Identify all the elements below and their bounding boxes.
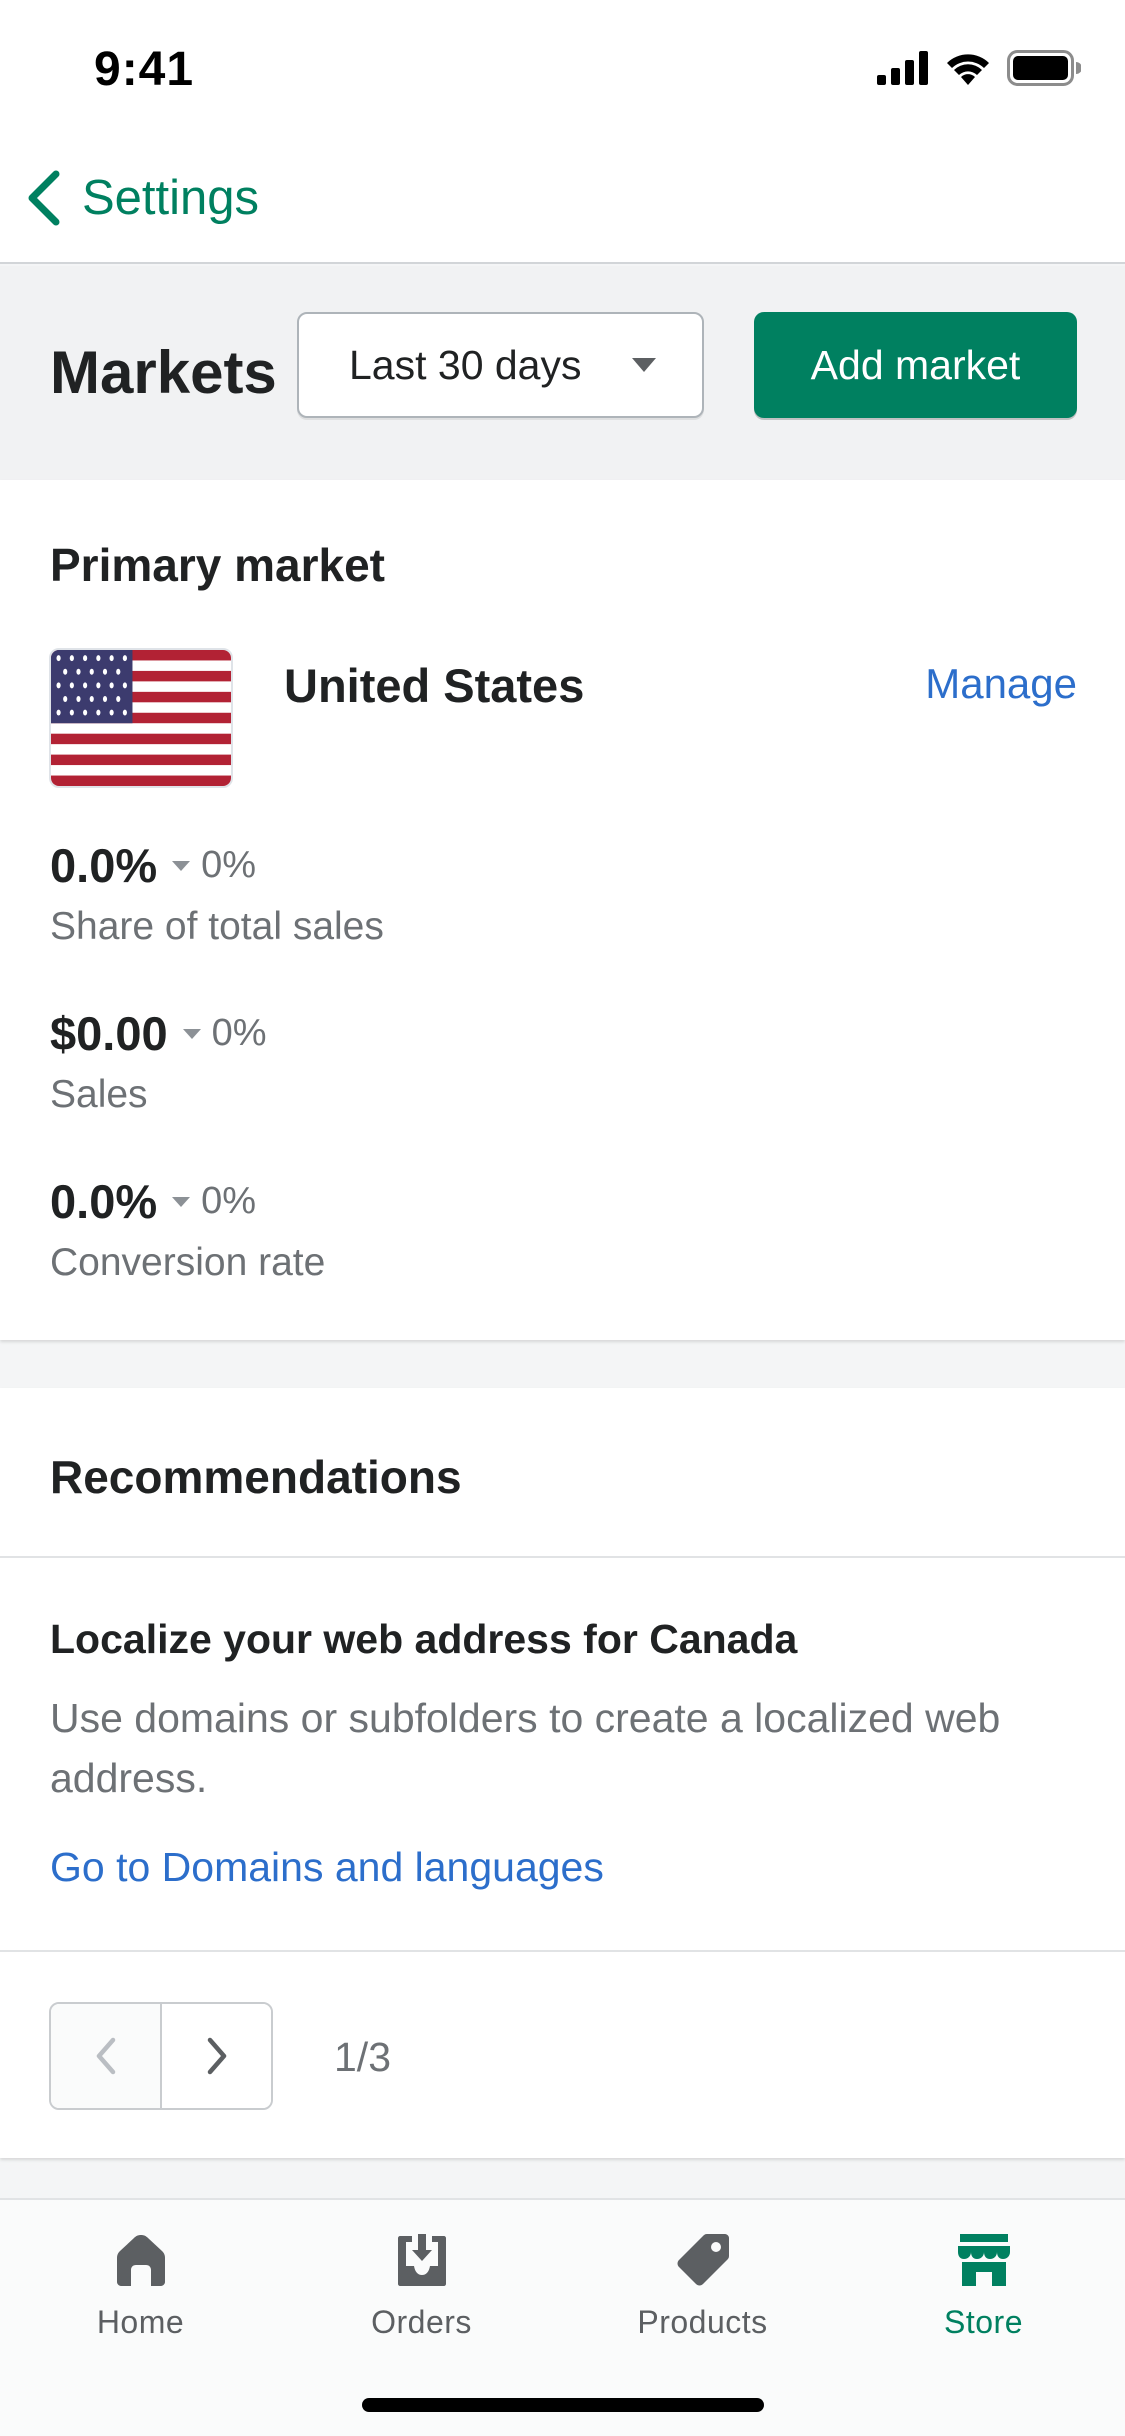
metric-delta-value: 0% xyxy=(201,844,257,886)
recommendation-title: Localize your web address for Canada xyxy=(50,1616,798,1662)
manage-link[interactable]: Manage xyxy=(925,660,1077,708)
wifi-icon xyxy=(947,54,989,85)
metric-delta-value: 0% xyxy=(211,1012,267,1054)
metric-delta: 0% xyxy=(171,844,256,887)
domains-languages-link[interactable]: Go to Domains and languages xyxy=(50,1844,604,1891)
metric-value: 0.0% xyxy=(50,1175,158,1228)
tab-orders[interactable]: Orders xyxy=(281,2230,562,2341)
market-country-name: United States xyxy=(284,659,585,712)
recommendations-title: Recommendations xyxy=(50,1451,462,1503)
pagination-control xyxy=(49,2002,273,2110)
metric-share-of-sales: 0.0% 0% Share of total sales xyxy=(50,838,384,949)
status-bar: 9:41 xyxy=(0,0,1125,132)
primary-market-card: Primary market United States Manage 0.0% xyxy=(0,480,1125,1340)
orders-icon xyxy=(397,2234,446,2286)
caret-down-icon xyxy=(172,1196,191,1207)
divider xyxy=(0,1950,1125,1952)
status-time: 9:41 xyxy=(94,43,195,96)
chevron-left-icon xyxy=(96,2037,115,2075)
caret-down-icon xyxy=(182,1028,201,1039)
metric-sales: $0.00 0% Sales xyxy=(50,1006,267,1117)
page-title: Markets xyxy=(50,339,277,406)
metric-conversion-rate: 0.0% 0% Conversion rate xyxy=(50,1174,325,1285)
page-header: Markets Last 30 days Add market xyxy=(0,266,1125,480)
recommendations-card: Recommendations Localize your web addres… xyxy=(0,1388,1125,2158)
chevron-right-icon xyxy=(207,2037,226,2075)
back-button[interactable]: Settings xyxy=(20,162,259,234)
tab-label: Orders xyxy=(371,2304,472,2340)
tab-label: Products xyxy=(637,2304,768,2340)
page-indicator: 1/3 xyxy=(334,2034,391,2080)
caret-down-icon xyxy=(172,860,191,871)
tab-store[interactable]: Store xyxy=(843,2230,1124,2341)
back-label: Settings xyxy=(82,171,260,225)
metric-delta-value: 0% xyxy=(201,1180,257,1222)
cellular-signal-icon xyxy=(877,51,928,85)
home-icon xyxy=(116,2235,165,2286)
chevron-left-icon xyxy=(28,170,60,226)
date-range-value: Last 30 days xyxy=(349,341,582,388)
add-market-button[interactable]: Add market xyxy=(754,312,1077,418)
date-range-select[interactable]: Last 30 days xyxy=(297,312,704,418)
previous-page-button[interactable] xyxy=(51,2004,160,2108)
metric-delta: 0% xyxy=(171,1180,256,1223)
metric-label: Share of total sales xyxy=(50,905,384,948)
us-flag-icon xyxy=(49,648,233,788)
battery-icon xyxy=(1007,50,1081,86)
tab-products[interactable]: Products xyxy=(562,2230,843,2341)
metric-value: $0.00 xyxy=(50,1007,168,1060)
metric-delta: 0% xyxy=(182,1012,267,1055)
tag-icon xyxy=(677,2234,729,2286)
status-icons xyxy=(877,48,1081,88)
home-indicator xyxy=(362,2398,764,2412)
divider xyxy=(0,1556,1125,1558)
metric-value: 0.0% xyxy=(50,839,158,892)
store-icon xyxy=(957,2234,1010,2286)
next-page-button[interactable] xyxy=(160,2004,271,2108)
primary-market-title: Primary market xyxy=(50,539,385,591)
tab-label: Store xyxy=(944,2304,1023,2340)
metric-label: Conversion rate xyxy=(50,1241,326,1284)
tab-label: Home xyxy=(96,2304,185,2340)
recommendation-description: Use domains or subfolders to create a lo… xyxy=(50,1695,1001,1801)
tab-home[interactable]: Home xyxy=(0,2230,281,2341)
navigation-bar: Settings xyxy=(0,132,1125,264)
metric-label: Sales xyxy=(50,1073,148,1116)
caret-down-icon xyxy=(632,358,656,372)
